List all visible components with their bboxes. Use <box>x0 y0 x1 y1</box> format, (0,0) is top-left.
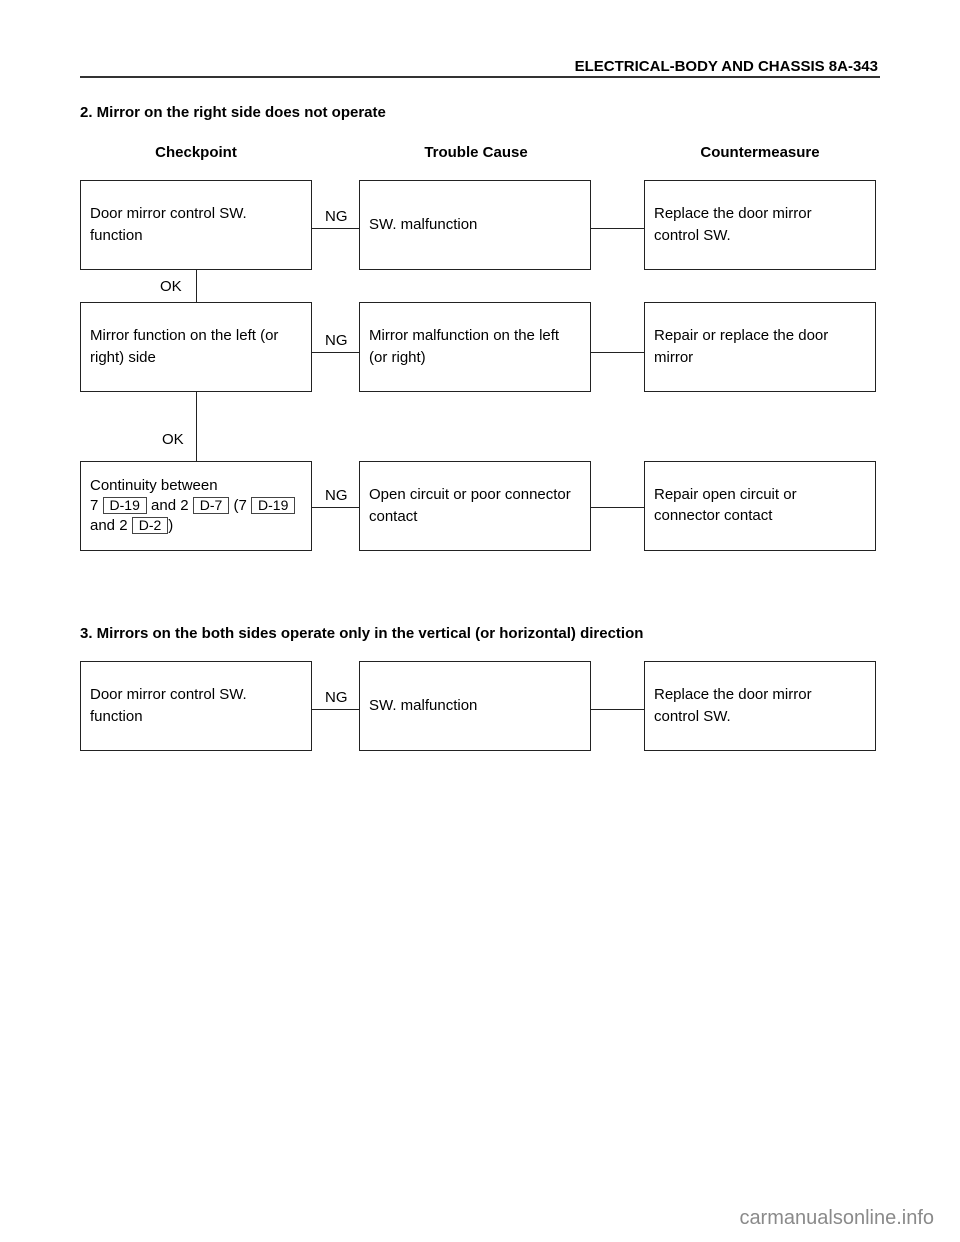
checkpoint-box: Door mirror control SW. function <box>80 661 312 751</box>
countermeasure-box: Replace the door mirror control SW. <box>644 661 876 751</box>
countermeasure-box: Repair open circuit or connector contact <box>644 461 876 551</box>
countermeasure-box: Replace the door mirror control SW. <box>644 180 876 270</box>
connector-ref: D-19 <box>102 497 147 514</box>
ok-connector-line <box>196 392 197 462</box>
countermeasure-line: control SW. <box>654 708 731 725</box>
connector-line <box>591 352 644 353</box>
connector-ref: D-7 <box>192 497 230 514</box>
ng-label: NG <box>325 208 348 225</box>
connector-line <box>312 709 359 710</box>
checkpoint-line: Mirror function on the left (or <box>90 327 279 344</box>
countermeasure-line: connector contact <box>654 507 773 524</box>
countermeasure-box: Repair or replace the door mirror <box>644 302 876 392</box>
checkpoint-line: function <box>90 708 143 725</box>
column-header-checkpoint: Checkpoint <box>155 144 237 161</box>
cause-box: Mirror malfunction on the left (or right) <box>359 302 591 392</box>
cause-box: Open circuit or poor connector contact <box>359 461 591 551</box>
countermeasure-line: Repair or replace the door <box>654 327 829 344</box>
cause-line: Open circuit or poor connector <box>369 486 571 503</box>
ng-label: NG <box>325 689 348 706</box>
alt-text: ) <box>168 517 174 534</box>
connector-ref: D-19 <box>251 497 296 514</box>
countermeasure-line: Repair open circuit or <box>654 486 797 503</box>
section-3-title: 3. Mirrors on the both sides operate onl… <box>80 625 644 642</box>
continuity-line: and 2 D-2) <box>90 516 295 536</box>
checkpoint-line: Door mirror control SW. <box>90 205 247 222</box>
ok-connector-line <box>196 270 197 303</box>
cause-box: SW. malfunction <box>359 180 591 270</box>
countermeasure-line: Replace the door mirror <box>654 686 812 703</box>
cause-line: contact <box>369 508 418 525</box>
watermark: carmanualsonline.info <box>739 1207 934 1229</box>
connector-line <box>312 507 359 508</box>
page-header: ELECTRICAL-BODY AND CHASSIS 8A-343 <box>80 58 880 78</box>
ng-label: NG <box>325 487 348 504</box>
connector-line <box>591 709 644 710</box>
alt-text: (7 <box>233 497 247 514</box>
section-2-title: 2. Mirror on the right side does not ope… <box>80 104 386 121</box>
ok-label: OK <box>162 431 184 448</box>
checkpoint-box: Continuity between 7 D-19 and 2 D-7 (7 D… <box>80 461 312 551</box>
ng-label: NG <box>325 332 348 349</box>
column-header-countermeasure: Countermeasure <box>700 144 820 161</box>
connector-line <box>591 228 644 229</box>
checkpoint-line: function <box>90 227 143 244</box>
checkpoint-box: Door mirror control SW. function <box>80 180 312 270</box>
connector-line <box>312 352 359 353</box>
cause-line: Mirror malfunction on the left <box>369 327 560 344</box>
and-text: and 2 <box>90 517 128 534</box>
cause-line: SW. malfunction <box>369 697 478 714</box>
countermeasure-line: mirror <box>654 349 694 366</box>
checkpoint-box: Mirror function on the left (or right) si… <box>80 302 312 392</box>
checkpoint-line: right) side <box>90 349 156 366</box>
pin-number: 7 <box>90 497 99 514</box>
countermeasure-line: control SW. <box>654 227 731 244</box>
column-header-trouble-cause: Trouble Cause <box>424 144 528 161</box>
countermeasure-line: Replace the door mirror <box>654 205 812 222</box>
connector-line <box>591 507 644 508</box>
connector-line <box>312 228 359 229</box>
header-title: ELECTRICAL-BODY AND CHASSIS 8A-343 <box>574 58 878 75</box>
continuity-line: 7 D-19 and 2 D-7 (7 D-19 <box>90 496 296 516</box>
ok-label: OK <box>160 278 182 295</box>
cause-box: SW. malfunction <box>359 661 591 751</box>
and-text: and 2 <box>151 497 189 514</box>
checkpoint-line: Continuity between <box>90 477 218 494</box>
checkpoint-line: Door mirror control SW. <box>90 686 247 703</box>
cause-line: SW. malfunction <box>369 216 478 233</box>
connector-ref: D-2 <box>131 517 169 534</box>
cause-line: (or right) <box>369 349 426 366</box>
